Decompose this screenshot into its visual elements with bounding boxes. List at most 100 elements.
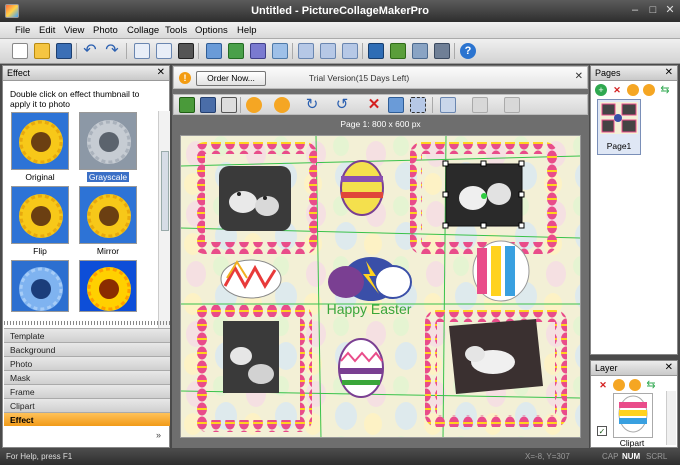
- menu-tools[interactable]: Tools: [165, 25, 187, 36]
- effect-label: Grayscale: [86, 172, 130, 182]
- add-frame-icon[interactable]: [272, 43, 288, 59]
- delete-page-icon[interactable]: [320, 43, 336, 59]
- caps-lock-indicator: CAP: [602, 452, 619, 461]
- wallpaper-icon[interactable]: [434, 43, 450, 59]
- pages-panel-title: Pages: [595, 68, 621, 78]
- crop-icon[interactable]: [221, 97, 237, 113]
- select-all-icon[interactable]: [410, 97, 426, 113]
- splitter-handle[interactable]: [4, 321, 170, 325]
- rotate-right-icon[interactable]: ↻: [304, 97, 320, 113]
- page-preview: [600, 102, 638, 134]
- cursor-coords: X=-8, Y=307: [525, 452, 570, 461]
- category-background[interactable]: Background: [4, 342, 170, 356]
- effect-thumb-original[interactable]: [11, 112, 69, 170]
- move-down-icon[interactable]: [643, 84, 655, 96]
- bring-forward-icon[interactable]: [246, 97, 262, 113]
- page-setup-icon[interactable]: [342, 43, 358, 59]
- trial-text: Trial Version(15 Days Left): [308, 73, 410, 83]
- clipart-egg-icon: [618, 395, 648, 433]
- effect-thumb-blue-tint[interactable]: [11, 260, 69, 312]
- move-up-icon[interactable]: [627, 84, 639, 96]
- category-clipart[interactable]: Clipart: [4, 398, 170, 412]
- maximize-button[interactable]: □: [644, 3, 662, 18]
- effect-thumb-grayscale[interactable]: [79, 112, 137, 170]
- send-backward-icon[interactable]: [274, 97, 290, 113]
- copy-icon[interactable]: [134, 43, 150, 59]
- category-mask[interactable]: Mask: [4, 370, 170, 384]
- share-icon[interactable]: [412, 43, 428, 59]
- menu-edit[interactable]: Edit: [39, 25, 55, 36]
- print-icon[interactable]: [178, 43, 194, 59]
- help-icon[interactable]: ?: [460, 43, 476, 59]
- delete-icon[interactable]: ✕: [366, 97, 382, 113]
- menu-collage[interactable]: Collage: [127, 25, 159, 36]
- remove-page-small-icon[interactable]: ✕: [611, 84, 623, 96]
- preview-icon[interactable]: [368, 43, 384, 59]
- redo-icon[interactable]: ↷: [104, 43, 120, 59]
- menu-view[interactable]: View: [64, 25, 84, 36]
- app-window: Untitled - PictureCollageMakerPro – □ ✕ …: [0, 0, 680, 465]
- add-photo-icon[interactable]: [206, 43, 222, 59]
- image-properties-icon[interactable]: [388, 97, 404, 113]
- menu-options[interactable]: Options: [195, 25, 228, 36]
- layer-thumbnail[interactable]: [613, 393, 653, 438]
- layer-down-icon[interactable]: [629, 379, 641, 391]
- status-bar: For Help, press F1 X=-8, Y=307 CAP NUM S…: [0, 450, 680, 465]
- scrollbar-thumb[interactable]: [161, 151, 169, 231]
- refresh-icon[interactable]: ⇆: [659, 84, 671, 96]
- layer-scrollbar[interactable]: [666, 391, 676, 445]
- export-image-icon[interactable]: [390, 43, 406, 59]
- collage-artwork: Happy Easter: [181, 136, 580, 437]
- add-background-icon[interactable]: [228, 43, 244, 59]
- pages-panel-header: Pages ✕: [591, 66, 677, 81]
- fit-page-icon[interactable]: [440, 97, 456, 113]
- pages-close-icon[interactable]: ✕: [665, 67, 673, 78]
- rotate-left-icon[interactable]: ↺: [334, 97, 350, 113]
- undo-icon[interactable]: ↶: [82, 43, 98, 59]
- new-icon[interactable]: [12, 43, 28, 59]
- layer-label: Clipart: [619, 438, 645, 448]
- save-icon[interactable]: [56, 43, 72, 59]
- category-frame[interactable]: Frame: [4, 384, 170, 398]
- happy-easter-text: Happy Easter: [327, 301, 412, 317]
- flipped-sunflower-image: [12, 187, 68, 243]
- expand-chevron-icon[interactable]: »: [156, 430, 161, 440]
- effect-thumb-mirror[interactable]: [79, 186, 137, 244]
- category-effect[interactable]: Effect: [4, 412, 170, 426]
- close-button[interactable]: ✕: [661, 3, 679, 18]
- close-trial-icon[interactable]: ✕: [575, 71, 583, 82]
- layer-panel: Layer ✕ ✕ ⇆ ✓ Clipart: [590, 360, 678, 448]
- effect-hint: Double click on effect thumbnail to appl…: [10, 89, 140, 109]
- effect-thumb-saturate[interactable]: [79, 260, 137, 312]
- menu-help[interactable]: Help: [237, 25, 257, 36]
- effect-thumb-flip[interactable]: [11, 186, 69, 244]
- replace-image-icon[interactable]: [200, 97, 216, 113]
- distribute-icon[interactable]: [504, 97, 520, 113]
- add-page-icon[interactable]: [298, 43, 314, 59]
- effect-panel: Effect ✕ Double click on effect thumbnai…: [2, 65, 170, 448]
- effect-label: Flip: [33, 246, 47, 256]
- layer-visibility-checkbox[interactable]: ✓: [597, 426, 607, 436]
- open-folder-icon[interactable]: [34, 43, 50, 59]
- minimize-button[interactable]: –: [626, 3, 644, 18]
- category-photo[interactable]: Photo: [4, 356, 170, 370]
- align-icon[interactable]: [472, 97, 488, 113]
- layer-refresh-icon[interactable]: ⇆: [645, 379, 657, 391]
- page-info: Page 1: 800 x 600 px: [340, 119, 421, 129]
- layer-close-icon[interactable]: ✕: [665, 362, 673, 373]
- category-template[interactable]: Template: [4, 328, 170, 342]
- layer-up-icon[interactable]: [613, 379, 625, 391]
- panel-close-icon[interactable]: ✕: [157, 67, 165, 78]
- menu-file[interactable]: File: [15, 25, 30, 36]
- add-page-small-icon[interactable]: +: [595, 84, 607, 96]
- add-text-icon[interactable]: [250, 43, 266, 59]
- trial-bar: ! Order Now... Trial Version(15 Days Lef…: [173, 66, 588, 89]
- num-lock-indicator: NUM: [622, 452, 641, 461]
- delete-layer-icon[interactable]: ✕: [597, 379, 609, 391]
- menu-photo[interactable]: Photo: [93, 25, 118, 36]
- page-thumbnail[interactable]: Page1: [597, 99, 641, 155]
- insert-image-icon[interactable]: [179, 97, 195, 113]
- effect-label: Mirror: [96, 246, 120, 256]
- collage-canvas[interactable]: Happy Easter: [180, 135, 581, 438]
- paste-icon[interactable]: [156, 43, 172, 59]
